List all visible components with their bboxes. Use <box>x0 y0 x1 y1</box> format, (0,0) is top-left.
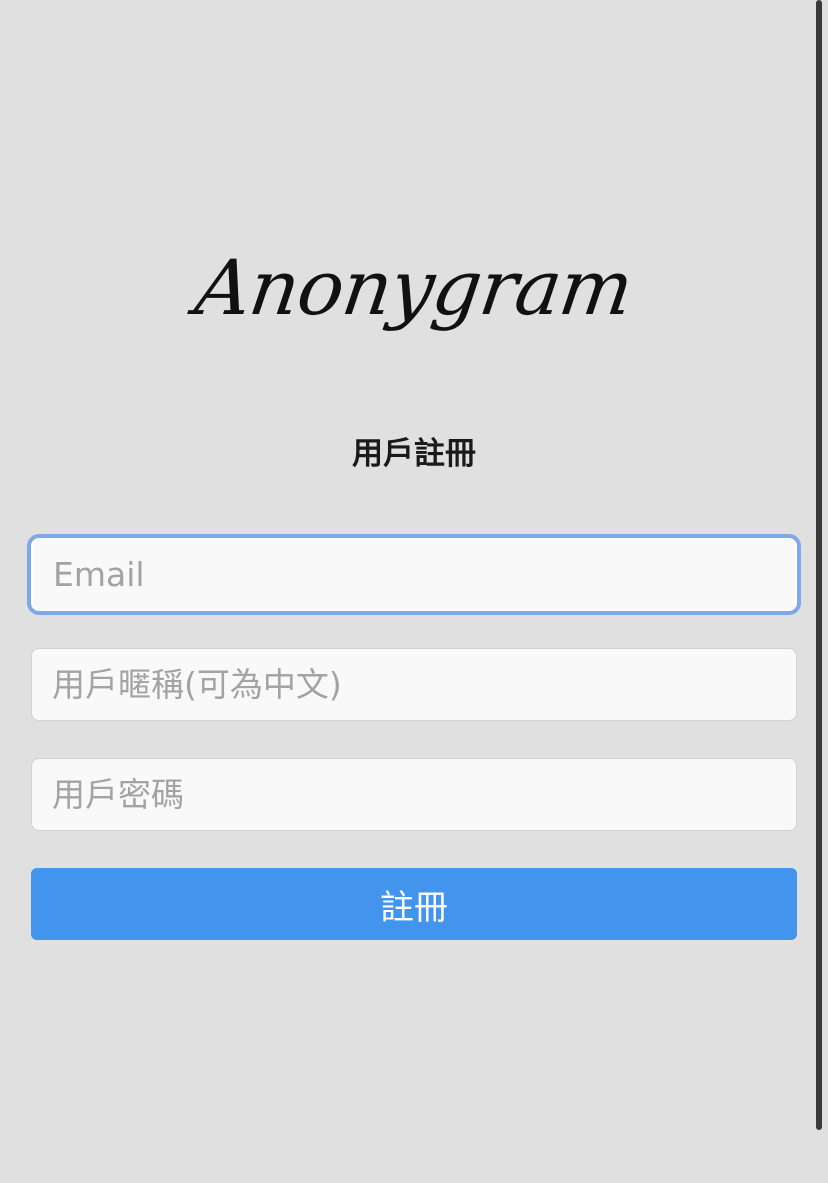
email-field[interactable] <box>31 538 797 611</box>
vertical-scrollbar[interactable] <box>816 0 822 1130</box>
register-button[interactable]: 註冊 <box>31 868 797 940</box>
nickname-field[interactable] <box>31 648 797 721</box>
page-title: 用戶註冊 <box>352 436 476 472</box>
password-field[interactable] <box>31 758 797 831</box>
app-logo: Anonygram <box>190 243 638 332</box>
signup-page: Anonygram 用戶註冊 註冊 <box>0 0 828 1183</box>
